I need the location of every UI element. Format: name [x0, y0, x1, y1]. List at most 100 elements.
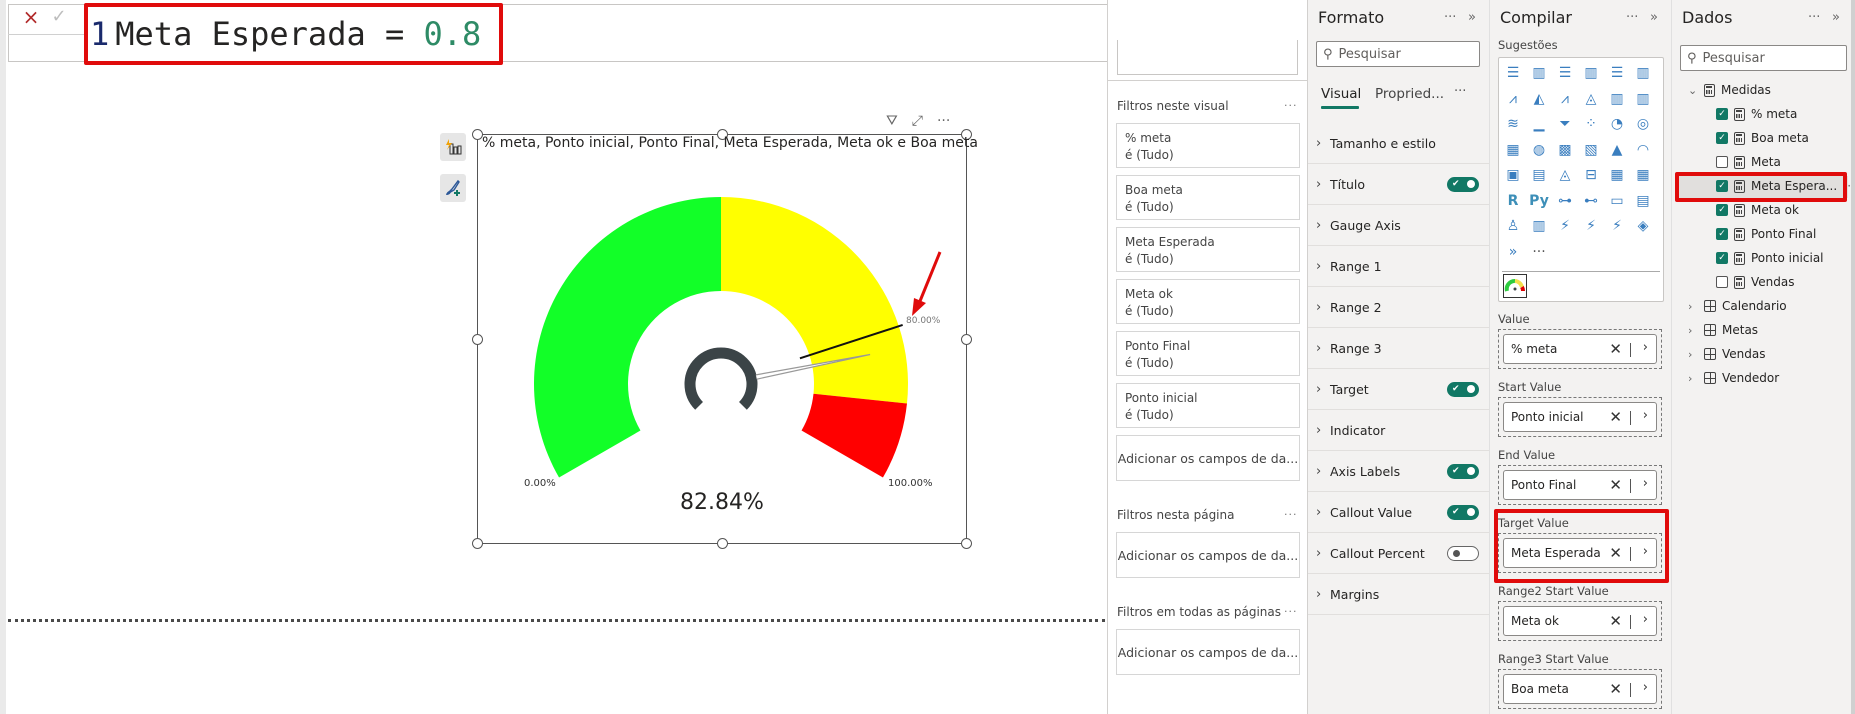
- filter-icon[interactable]: ⛛: [886, 113, 898, 129]
- field-checkbox[interactable]: ✓: [1716, 132, 1728, 144]
- gauge-visual-icon[interactable]: ◠: [1632, 139, 1654, 161]
- field-pill[interactable]: % meta ✕ ›: [1503, 334, 1657, 364]
- field-item[interactable]: ✓ Ponto inicial: [1716, 251, 1824, 265]
- commit-formula-icon[interactable]: ✓: [48, 6, 70, 28]
- field-pill[interactable]: Boa meta ✕ ›: [1503, 674, 1657, 704]
- visual-filter-card[interactable]: Meta ok é (Tudo): [1116, 279, 1300, 324]
- format-search-input[interactable]: ⚲ Pesquisar: [1316, 41, 1480, 67]
- section-toggle[interactable]: [1447, 504, 1479, 520]
- field-checkbox[interactable]: [1716, 156, 1728, 168]
- remove-field-icon[interactable]: ✕: [1609, 408, 1622, 426]
- area-visual-icon[interactable]: ◭: [1528, 88, 1550, 110]
- remove-field-icon[interactable]: ✕: [1609, 680, 1622, 698]
- azure-map-visual-icon[interactable]: ▲: [1606, 139, 1628, 161]
- add-all-pages-filter-field[interactable]: Adicionar os campos de da...: [1116, 629, 1300, 675]
- matrix-visual-icon[interactable]: ▦: [1632, 164, 1654, 186]
- more-options-icon[interactable]: ···: [1284, 508, 1298, 521]
- chevron-right-icon[interactable]: ›: [1688, 348, 1698, 361]
- ribbon-visual-icon[interactable]: ≋: [1502, 113, 1524, 135]
- chevron-down-icon[interactable]: ⌄: [1688, 84, 1698, 97]
- paginated-report-visual-icon[interactable]: ▥: [1528, 215, 1550, 237]
- format-section-t-tulo[interactable]: › Título: [1308, 164, 1489, 205]
- field-pill[interactable]: Ponto Final ✕ ›: [1503, 470, 1657, 500]
- slicer-visual-icon[interactable]: ⊟: [1580, 164, 1602, 186]
- scrollbar[interactable]: [1851, 0, 1855, 714]
- power-apps-visual-icon[interactable]: ◈: [1632, 215, 1654, 237]
- key-influencers-visual-icon[interactable]: ⊶: [1554, 190, 1576, 212]
- cancel-formula-icon[interactable]: ×: [20, 6, 42, 28]
- stacked-column-visual-icon[interactable]: ▥: [1528, 62, 1550, 84]
- formula-text[interactable]: 1 Meta Esperada = 0.8: [90, 12, 481, 56]
- table-visual-icon[interactable]: ▦: [1606, 164, 1628, 186]
- visual-filter-card[interactable]: Ponto Final é (Tudo): [1116, 331, 1300, 376]
- insights-button[interactable]: [440, 133, 466, 161]
- add-visual-filter-field[interactable]: Adicionar os campos de da...: [1116, 435, 1300, 481]
- donut-visual-icon[interactable]: ◎: [1632, 113, 1654, 135]
- python-visual-visual-icon[interactable]: Py: [1528, 190, 1550, 212]
- power-automate-visual-icon[interactable]: ⚡: [1606, 215, 1628, 237]
- resize-handle[interactable]: [961, 538, 972, 549]
- r-visual-visual-icon[interactable]: R: [1502, 190, 1524, 212]
- shape-map-visual-icon[interactable]: ▧: [1580, 139, 1602, 161]
- visual-filter-card[interactable]: % meta é (Tudo): [1116, 123, 1300, 168]
- resize-handle[interactable]: [472, 538, 483, 549]
- field-checkbox[interactable]: ✓: [1716, 108, 1728, 120]
- format-section-range-3[interactable]: › Range 3: [1308, 328, 1489, 369]
- field-well[interactable]: Meta ok ✕ ›: [1498, 601, 1662, 641]
- visual-filter-card[interactable]: Boa meta é (Tudo): [1116, 175, 1300, 220]
- add-page-filter-field[interactable]: Adicionar os campos de da...: [1116, 532, 1300, 578]
- waterfall-visual-icon[interactable]: ▁: [1528, 113, 1550, 135]
- format-section-gauge-axis[interactable]: › Gauge Axis: [1308, 205, 1489, 246]
- more-options-icon[interactable]: ···: [1626, 10, 1638, 25]
- chevron-right-icon[interactable]: ›: [1643, 408, 1648, 423]
- field-pill[interactable]: Meta ok ✕ ›: [1503, 606, 1657, 636]
- treemap-visual-icon[interactable]: ▦: [1502, 139, 1524, 161]
- field-well[interactable]: Boa meta ✕ ›: [1498, 669, 1662, 709]
- power-apps-card-visual-icon[interactable]: ⚡: [1554, 215, 1576, 237]
- power-apps-slicer-visual-icon[interactable]: ⚡: [1580, 215, 1602, 237]
- format-section-callout-value[interactable]: › Callout Value: [1308, 492, 1489, 533]
- table-node[interactable]: › Vendedor: [1688, 371, 1779, 385]
- collapse-pane-icon[interactable]: »: [1832, 10, 1840, 25]
- field-checkbox[interactable]: ✓: [1716, 204, 1728, 216]
- field-pill[interactable]: Ponto inicial ✕ ›: [1503, 402, 1657, 432]
- stacked-bar-visual-icon[interactable]: ☰: [1502, 62, 1524, 84]
- chevron-right-icon[interactable]: ›: [1688, 300, 1698, 313]
- chevron-right-icon[interactable]: ›: [1643, 680, 1648, 695]
- collapse-pane-icon[interactable]: »: [1650, 10, 1658, 25]
- pie-visual-icon[interactable]: ◔: [1606, 113, 1628, 135]
- field-item[interactable]: Meta: [1716, 155, 1781, 169]
- format-section-indicator[interactable]: › Indicator: [1308, 410, 1489, 451]
- chevron-right-icon[interactable]: ›: [1643, 612, 1648, 627]
- field-checkbox[interactable]: ✓: [1716, 228, 1728, 240]
- smart-narrative-visual-icon[interactable]: ▤: [1632, 190, 1654, 212]
- scatter-visual-icon[interactable]: ⁘: [1580, 113, 1602, 135]
- focus-mode-icon[interactable]: ⤢: [912, 113, 923, 129]
- visual-filter-card[interactable]: Meta Esperada é (Tudo): [1116, 227, 1300, 272]
- decomposition-tree-visual-icon[interactable]: ⊷: [1580, 190, 1602, 212]
- line-stacked-column-visual-icon[interactable]: ▥: [1606, 88, 1628, 110]
- multi-row-card-visual-icon[interactable]: ▤: [1528, 164, 1550, 186]
- filters-search-box[interactable]: [1117, 40, 1298, 75]
- more-visual-icon[interactable]: ···: [1528, 241, 1550, 263]
- table-node[interactable]: › Vendas: [1688, 347, 1766, 361]
- chevron-right-icon[interactable]: ›: [1643, 340, 1648, 355]
- line-clustered-column-visual-icon[interactable]: ▥: [1632, 88, 1654, 110]
- field-well[interactable]: Ponto Final ✕ ›: [1498, 465, 1662, 505]
- line-visual-icon[interactable]: ⩘: [1502, 88, 1524, 110]
- resize-handle[interactable]: [717, 538, 728, 549]
- format-section-target[interactable]: › Target: [1308, 369, 1489, 410]
- custom-gauge-visual-icon[interactable]: [1503, 274, 1527, 298]
- map-visual-icon[interactable]: ◍: [1528, 139, 1550, 161]
- 100-stacked-area-visual-icon[interactable]: ◬: [1580, 88, 1602, 110]
- remove-field-icon[interactable]: ✕: [1609, 476, 1622, 494]
- format-section-callout-percent[interactable]: › Callout Percent: [1308, 533, 1489, 574]
- filled-map-visual-icon[interactable]: ▩: [1554, 139, 1576, 161]
- clustered-column-visual-icon[interactable]: ▥: [1580, 62, 1602, 84]
- data-search-input[interactable]: ⚲ Pesquisar: [1680, 45, 1847, 71]
- collapse-pane-icon[interactable]: »: [1468, 10, 1476, 25]
- table-node[interactable]: › Calendario: [1688, 299, 1787, 313]
- table-node[interactable]: › Metas: [1688, 323, 1758, 337]
- more-options-icon[interactable]: ···: [1284, 605, 1298, 618]
- field-item[interactable]: ✓ Ponto Final: [1716, 227, 1816, 241]
